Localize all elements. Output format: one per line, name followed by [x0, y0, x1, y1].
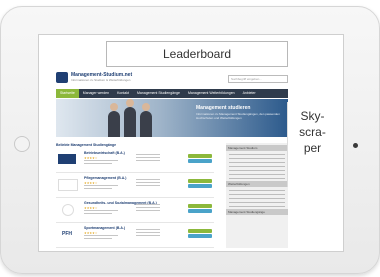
sidebar-link[interactable] — [229, 198, 285, 199]
feature-line — [136, 179, 160, 180]
sidebar-link[interactable] — [229, 178, 285, 179]
main-nav: Startseite Manager werden Kontakt Manage… — [56, 89, 288, 98]
university-logo: PFH — [58, 229, 76, 239]
text-line — [84, 235, 118, 236]
text-line — [84, 188, 112, 189]
feature-line — [136, 207, 160, 208]
info-button[interactable] — [188, 179, 212, 183]
feature-line — [136, 157, 160, 158]
text-line — [84, 185, 118, 186]
program-name[interactable]: Pflegemanagement (B.A.) — [84, 176, 126, 180]
feature-line — [136, 232, 160, 233]
nav-item-anbieter[interactable]: Anbieter — [239, 89, 260, 98]
text-line — [84, 210, 118, 211]
hero-person-image — [124, 99, 136, 137]
feature-line — [136, 182, 160, 183]
tablet-frame: Leaderboard Management-Studium.net Infor… — [0, 6, 380, 274]
nav-item-weiterbildungen[interactable]: Management Weiterbildungen — [184, 89, 239, 98]
details-button[interactable] — [188, 159, 212, 163]
info-button[interactable] — [188, 229, 212, 233]
feature-line — [136, 154, 160, 155]
nav-item-home[interactable]: Startseite — [56, 89, 79, 98]
sidebar-link[interactable] — [229, 206, 285, 207]
text-line — [84, 213, 112, 214]
sidebar-link[interactable] — [229, 170, 285, 171]
nav-item-manager[interactable]: Manager werden — [79, 89, 113, 98]
university-logo — [58, 154, 76, 164]
program-name[interactable]: Sportmanagement (B.A.) — [84, 226, 125, 230]
skyscraper-label-line: Sky- — [300, 109, 325, 123]
skyscraper-label-line: scra- — [299, 125, 326, 139]
feature-line — [136, 160, 160, 161]
list-item: PFH Sportmanagement (B.A.) ★★★★☆ — [56, 223, 214, 248]
sidebar-link[interactable] — [229, 194, 285, 195]
sidebar-link[interactable] — [229, 166, 285, 167]
camera-icon — [353, 143, 358, 148]
text-line — [84, 160, 118, 161]
nav-item-kontakt[interactable]: Kontakt — [113, 89, 133, 98]
list-item: Pflegemanagement (B.A.) ★★★★☆ — [56, 173, 214, 198]
sidebar-link[interactable] — [229, 202, 285, 203]
feature-line — [136, 229, 160, 230]
feature-line — [136, 185, 160, 186]
leaderboard-ad[interactable]: Leaderboard — [106, 41, 288, 67]
hero-person-image — [108, 103, 120, 137]
sidebar-link[interactable] — [229, 154, 285, 155]
hero-banner: Management studieren Informationen zu Ma… — [56, 99, 288, 137]
details-button[interactable] — [188, 234, 212, 238]
sidebar-heading: Weiterbildungen — [226, 181, 288, 187]
sidebar-heading: Management Studiengänge — [226, 209, 288, 215]
home-button[interactable] — [14, 136, 30, 152]
browser-screen: Leaderboard Management-Studium.net Infor… — [38, 34, 344, 252]
sidebar-link[interactable] — [229, 162, 285, 163]
text-line — [84, 163, 112, 164]
sidebar-heading: Management Studium — [226, 145, 288, 151]
sidebar-link[interactable] — [229, 190, 285, 191]
university-logo — [58, 179, 78, 191]
skyscraper-label-line: per — [303, 141, 322, 155]
info-button[interactable] — [188, 204, 212, 208]
program-name[interactable]: Betriebswirtschaft (B.A.) — [84, 151, 125, 155]
feature-line — [136, 210, 160, 211]
site-logo-icon[interactable] — [56, 72, 68, 83]
site-tagline: Informationen zu Studium & Weiterbildung… — [71, 78, 131, 82]
details-button[interactable] — [188, 209, 212, 213]
info-button[interactable] — [188, 154, 212, 158]
sidebar-link[interactable] — [229, 174, 285, 175]
list-item: Gesundheits- und Sozialmanagement (B.A.)… — [56, 198, 214, 223]
sidebar-link[interactable] — [229, 158, 285, 159]
hero-subtitle: Informationen zu Management Studiengänge… — [196, 112, 280, 120]
list-item: Betriebswirtschaft (B.A.) ★★★★☆ — [56, 148, 214, 173]
section-title: Beliebte Management Studiengänge — [56, 143, 117, 147]
university-logo — [62, 204, 74, 216]
website-mockup: Management-Studium.net Informationen zu … — [56, 72, 288, 248]
hero-title: Management studieren — [196, 105, 251, 111]
feature-line — [136, 235, 160, 236]
skyscraper-ad[interactable]: Sky- scra- per — [287, 102, 337, 187]
feature-line — [136, 204, 160, 205]
text-line — [84, 238, 112, 239]
details-button[interactable] — [188, 184, 212, 188]
sidebar: Management Studium Weiterbildungen Manag… — [226, 143, 288, 248]
program-list: Betriebswirtschaft (B.A.) ★★★★☆ Pflegema… — [56, 148, 214, 248]
search-input[interactable]: Suchbegriff eingeben... — [228, 75, 288, 83]
nav-item-studiengaenge[interactable]: Management Studiengänge — [133, 89, 184, 98]
hero-person-image — [140, 103, 152, 137]
